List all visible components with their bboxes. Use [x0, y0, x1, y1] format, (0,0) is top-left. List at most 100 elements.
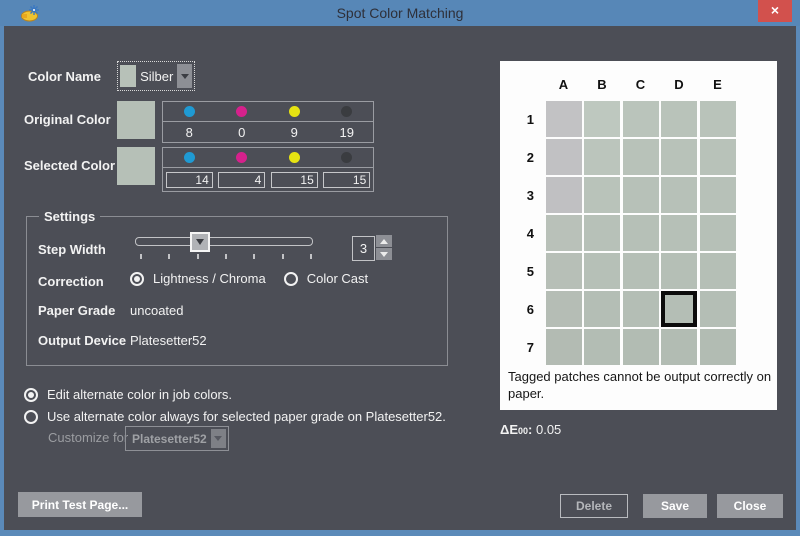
step-width-value[interactable]: 3	[352, 236, 375, 261]
selected-color-swatch	[117, 147, 155, 185]
patch-C4[interactable]	[622, 215, 659, 251]
correction-label: Correction	[38, 274, 104, 289]
customize-for-label: Customize for	[48, 430, 129, 445]
delta-e-subscript: 00	[518, 426, 529, 436]
arrow-down-icon	[380, 251, 388, 257]
row-label-7: 7	[526, 339, 534, 355]
patch-D3[interactable]	[661, 177, 697, 213]
patch-D4[interactable]	[661, 215, 697, 251]
alternate-option-1[interactable]: Use alternate color always for selected …	[24, 409, 446, 424]
chevron-down-icon	[214, 436, 223, 441]
customize-for-value: Platesetter52	[132, 431, 207, 446]
selected-magenta-input[interactable]	[218, 171, 266, 188]
patch-C5[interactable]	[622, 253, 659, 289]
alternate-radio-icon-1[interactable]	[24, 409, 38, 424]
selected-black-input[interactable]	[323, 171, 371, 188]
slider-ticks	[140, 254, 312, 259]
patch-C7[interactable]	[622, 329, 659, 365]
customize-for-dropdown-button[interactable]	[210, 429, 226, 448]
slider-tick	[168, 254, 170, 259]
slider-tick	[197, 254, 199, 259]
patch-D5[interactable]	[661, 253, 697, 289]
correction-option-0[interactable]: Lightness / Chroma	[130, 271, 266, 286]
row-label-3: 3	[526, 187, 534, 203]
patch-D7[interactable]	[661, 329, 697, 365]
titlebar: Spot Color Matching ×	[0, 0, 800, 26]
slider-tick	[253, 254, 255, 259]
slider-tick	[225, 254, 227, 259]
selected-cyan-input[interactable]	[165, 171, 213, 188]
settings-group-title: Settings	[39, 209, 101, 224]
color-name-label: Color Name	[28, 69, 101, 84]
patch-E7[interactable]	[699, 329, 736, 365]
step-width-decrease-button[interactable]	[376, 248, 392, 260]
selected-color-panel	[162, 147, 374, 192]
selected-color-label: Selected Color	[24, 158, 116, 173]
patch-E6[interactable]	[699, 291, 736, 327]
step-width-slider-track[interactable]	[135, 237, 313, 246]
patch-C6[interactable]	[622, 291, 659, 327]
patch-B3[interactable]	[584, 177, 620, 213]
alternate-radio-icon-0[interactable]	[24, 387, 38, 402]
patch-C3[interactable]	[622, 177, 659, 213]
yellow-dot-icon	[288, 152, 300, 163]
patch-A1[interactable]	[545, 101, 582, 137]
patch-D2[interactable]	[661, 139, 697, 175]
patch-A3[interactable]	[545, 177, 582, 213]
correction-radio-icon-0[interactable]	[130, 271, 144, 286]
paper-grade-value: uncoated	[130, 303, 184, 318]
step-width-slider-thumb[interactable]	[190, 232, 210, 252]
patch-B5[interactable]	[584, 253, 620, 289]
patch-D1[interactable]	[661, 101, 697, 137]
patch-B2[interactable]	[584, 139, 620, 175]
patch-A6[interactable]	[545, 291, 582, 327]
close-button[interactable]: Close	[717, 494, 783, 518]
col-header-A: A	[558, 76, 569, 92]
patch-B4[interactable]	[584, 215, 620, 251]
close-window-button[interactable]: ×	[758, 0, 792, 22]
original-magenta-value: 0	[238, 124, 246, 140]
grid-corner	[508, 69, 543, 99]
patch-A4[interactable]	[545, 215, 582, 251]
row-label-6: 6	[526, 301, 534, 317]
patch-D6[interactable]	[661, 291, 697, 327]
customize-for-combo[interactable]: Platesetter52	[125, 426, 229, 451]
delete-button[interactable]: Delete	[560, 494, 628, 518]
original-cyan-value: 8	[185, 124, 193, 140]
patch-C2[interactable]	[622, 139, 659, 175]
correction-radio-icon-1[interactable]	[283, 271, 298, 286]
col-header-E: E	[713, 76, 722, 92]
alternate-option-0[interactable]: Edit alternate color in job colors.	[24, 387, 446, 402]
correction-options: Lightness / Chroma Color Cast	[130, 271, 368, 286]
color-name-combo[interactable]: Silber	[117, 61, 195, 91]
delta-e-readout: ΔE00: 0.05	[500, 422, 561, 437]
patch-E2[interactable]	[699, 139, 736, 175]
correction-option-1[interactable]: Color Cast	[283, 271, 368, 286]
patch-A2[interactable]	[545, 139, 582, 175]
row-label-5: 5	[526, 263, 534, 279]
patch-C1[interactable]	[622, 101, 659, 137]
patch-B6[interactable]	[584, 291, 620, 327]
patch-B1[interactable]	[584, 101, 620, 137]
patch-E3[interactable]	[699, 177, 736, 213]
print-test-page-button[interactable]: Print Test Page...	[18, 492, 142, 517]
selected-yellow-input[interactable]	[270, 171, 318, 188]
patch-B7[interactable]	[584, 329, 620, 365]
patch-E5[interactable]	[699, 253, 736, 289]
output-device-label: Output Device	[38, 333, 127, 348]
save-button[interactable]: Save	[643, 494, 707, 518]
row-label-4: 4	[526, 225, 534, 241]
alternate-option-label-0: Edit alternate color in job colors.	[47, 387, 232, 402]
correction-option-label-0: Lightness / Chroma	[153, 271, 266, 286]
step-width-label: Step Width	[38, 242, 106, 257]
spot-color-matching-dialog: Spot Color Matching × Color Name Silber …	[0, 0, 800, 536]
step-width-increase-button[interactable]	[376, 235, 392, 247]
patch-E1[interactable]	[699, 101, 736, 137]
color-name-swatch	[120, 65, 137, 87]
color-name-dropdown-button[interactable]	[177, 64, 192, 88]
alternate-color-options: Edit alternate color in job colors. Use a…	[24, 387, 446, 424]
col-header-C: C	[635, 76, 646, 92]
patch-A7[interactable]	[545, 329, 582, 365]
patch-A5[interactable]	[545, 253, 582, 289]
patch-E4[interactable]	[699, 215, 736, 251]
